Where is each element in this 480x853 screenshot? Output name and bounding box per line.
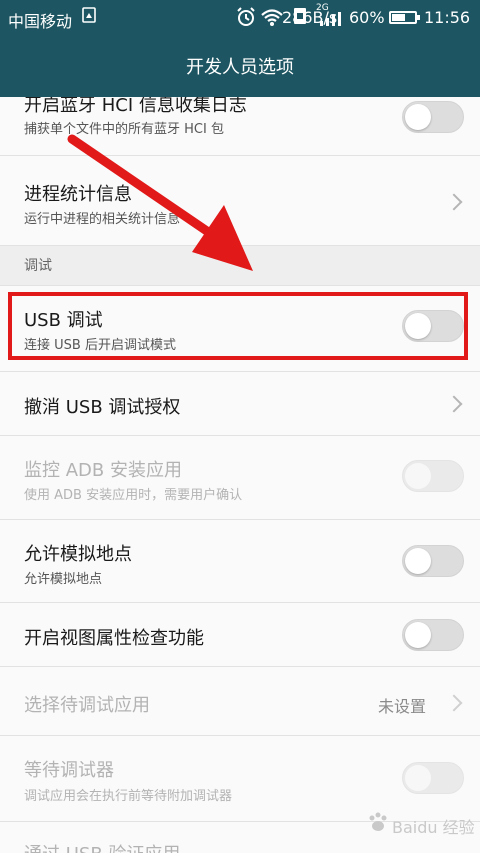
usb-debugging-row[interactable]: USB 调试 连接 USB 后开启调试模式 xyxy=(0,286,480,372)
select-debug-app-title: 选择待调试应用 xyxy=(24,695,150,716)
bt-hci-log-subtitle: 捕获单个文件中的所有蓝牙 HCI 包 xyxy=(24,122,224,137)
usb-debugging-title: USB 调试 xyxy=(24,310,103,331)
bt-hci-log-toggle[interactable] xyxy=(402,101,464,133)
revoke-usb-auth-row[interactable]: 撤消 USB 调试授权 xyxy=(0,372,480,436)
view-attribute-title: 开启视图属性检查功能 xyxy=(24,628,204,649)
sim-status-icon xyxy=(293,7,307,29)
section-header-debug: 调试 xyxy=(0,246,480,286)
bt-hci-log-title: 开启蓝牙 HCI 信息收集日志 xyxy=(24,97,247,116)
page-title: 开发人员选项 xyxy=(186,57,294,78)
view-attribute-row[interactable]: 开启视图属性检查功能 xyxy=(0,603,480,667)
alarm-icon xyxy=(236,7,256,31)
toggle-knob xyxy=(405,104,431,130)
wait-debugger-subtitle: 调试应用会在执行前等待附加调试器 xyxy=(24,789,233,804)
process-stats-title: 进程统计信息 xyxy=(24,184,132,205)
adb-install-monitor-title: 监控 ADB 安装应用 xyxy=(24,460,182,481)
bt-hci-log-row[interactable]: 开启蓝牙 HCI 信息收集日志 捕获单个文件中的所有蓝牙 HCI 包 xyxy=(0,97,480,156)
sim-icon xyxy=(82,7,96,27)
settings-list[interactable]: 开启蓝牙 HCI 信息收集日志 捕获单个文件中的所有蓝牙 HCI 包 进程统计信… xyxy=(0,97,480,853)
revoke-usb-auth-title: 撤消 USB 调试授权 xyxy=(24,397,181,418)
select-debug-app-row[interactable]: 选择待调试应用 未设置 xyxy=(0,667,480,736)
wait-debugger-toggle[interactable] xyxy=(402,762,464,794)
carrier-name: 中国移动 xyxy=(8,12,73,31)
usb-debugging-toggle[interactable] xyxy=(402,310,464,342)
view-attribute-toggle[interactable] xyxy=(402,619,464,651)
wait-debugger-title: 等待调试器 xyxy=(24,760,114,781)
toggle-knob xyxy=(405,463,431,489)
adb-install-monitor-subtitle: 使用 ADB 安装应用时，需要用户确认 xyxy=(24,488,243,503)
clock: 11:56 xyxy=(424,8,471,27)
chevron-right-icon xyxy=(445,395,463,413)
status-bar: 中国移动 286B/s 2G 60% 11:56 xyxy=(0,0,480,36)
battery-icon xyxy=(389,11,420,24)
select-debug-app-value: 未设置 xyxy=(377,697,426,716)
toggle-knob xyxy=(405,765,431,791)
mock-location-row[interactable]: 允许模拟地点 允许模拟地点 xyxy=(0,520,480,603)
mock-location-toggle[interactable] xyxy=(402,545,464,577)
toggle-knob xyxy=(405,622,431,648)
process-stats-row[interactable]: 进程统计信息 运行中进程的相关统计信息 xyxy=(0,156,480,246)
toggle-knob xyxy=(405,548,431,574)
verify-usb-apps-title: 通过 USB 验证应用 xyxy=(24,840,180,853)
wait-debugger-row[interactable]: 等待调试器 调试应用会在执行前等待附加调试器 xyxy=(0,736,480,822)
battery-percent: 60% xyxy=(349,8,385,27)
mock-location-subtitle: 允许模拟地点 xyxy=(24,572,103,587)
adb-install-monitor-row[interactable]: 监控 ADB 安装应用 使用 ADB 安装应用时，需要用户确认 xyxy=(0,436,480,520)
app-header: 中国移动 286B/s 2G 60% 11:56 开发人员选项 xyxy=(0,0,480,97)
adb-install-monitor-toggle[interactable] xyxy=(402,460,464,492)
wifi-icon xyxy=(260,7,284,31)
mock-location-title: 允许模拟地点 xyxy=(24,544,132,565)
signal-icon xyxy=(318,11,344,31)
usb-debugging-subtitle: 连接 USB 后开启调试模式 xyxy=(24,338,176,353)
chevron-right-icon xyxy=(445,193,463,211)
verify-usb-apps-row[interactable]: 通过 USB 验证应用 xyxy=(0,822,480,853)
process-stats-subtitle: 运行中进程的相关统计信息 xyxy=(24,212,181,227)
chevron-right-icon xyxy=(445,694,463,712)
toggle-knob xyxy=(405,313,431,339)
